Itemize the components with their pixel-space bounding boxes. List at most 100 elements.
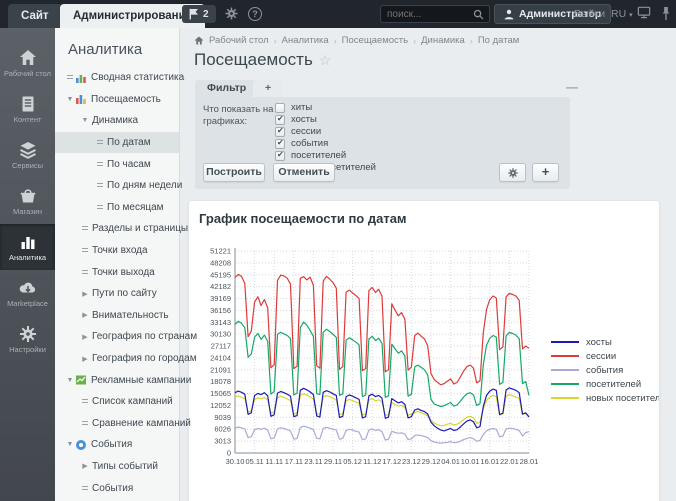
rail-item-analytics[interactable]: Аналитика <box>0 224 55 270</box>
main-nav-rail: Рабочий стол КонтентСервисыМагазинАналити… <box>0 28 55 501</box>
filter-option-хосты[interactable]: хосты <box>275 114 376 125</box>
search-input[interactable] <box>381 9 473 20</box>
pin-icon[interactable] <box>660 6 676 22</box>
svg-text:51221: 51221 <box>210 247 231 256</box>
item-bullet-icon <box>80 269 90 276</box>
search-icon[interactable] <box>473 9 484 20</box>
breadcrumb-item[interactable]: Посещаемость <box>342 35 408 46</box>
notifications-button[interactable]: 2 <box>182 5 216 23</box>
sidebar-item-сравнение-кампаний[interactable]: Сравнение кампаний <box>55 413 179 435</box>
help-icon[interactable]: ? <box>248 7 264 23</box>
sidebar-item-посещаемость[interactable]: ▼ Посещаемость <box>55 89 179 111</box>
rail-item-services[interactable]: Сервисы <box>0 132 55 178</box>
series-line-сессии <box>235 274 529 384</box>
chevron-down-icon[interactable]: ▼ <box>65 377 75 384</box>
chevron-right-icon[interactable]: ▶ <box>80 333 90 341</box>
svg-text:30130: 30130 <box>210 330 231 339</box>
filter-settings-button[interactable] <box>499 163 526 182</box>
sidebar-item-типы-событий[interactable]: ▶Типы событий <box>55 456 179 478</box>
sidebar-item-география-по-странам[interactable]: ▶География по странам <box>55 326 179 348</box>
filter-option-хиты[interactable]: хиты <box>275 102 376 113</box>
rail-item-desktop[interactable]: Рабочий стол <box>0 40 55 86</box>
checkbox[interactable] <box>275 139 285 149</box>
chevron-down-icon[interactable]: ▼ <box>65 96 75 103</box>
sidebar-item-рекламные-кампании[interactable]: ▼Рекламные кампании <box>55 369 179 391</box>
chevron-right-icon[interactable]: ▶ <box>80 462 90 470</box>
checkbox[interactable] <box>275 151 285 161</box>
filter-panel: Что показать на графиках: хитыхостысесси… <box>195 97 570 189</box>
sidebar-item-label: Точки входа <box>92 245 148 256</box>
sidebar-item-динамика[interactable]: ▼Динамика <box>55 110 179 132</box>
tab-site[interactable]: Сайт <box>8 4 62 28</box>
sidebar-item-события[interactable]: События <box>55 477 179 499</box>
rail-item-settings[interactable]: Настройки <box>0 316 55 362</box>
breadcrumb-item[interactable]: Рабочий стол <box>209 35 269 46</box>
sidebar-item-разделы-и-страницы[interactable]: Разделы и страницы <box>55 218 179 240</box>
svg-text:17.11: 17.11 <box>285 457 303 466</box>
desktop-mode-icon[interactable] <box>637 6 653 22</box>
sidebar-item-по-месяцам[interactable]: По месяцам <box>55 197 179 219</box>
favorite-star-icon[interactable]: ☆ <box>319 52 332 68</box>
sidebar-item-точки-входа[interactable]: Точки входа <box>55 240 179 262</box>
chevron-right-icon[interactable]: ▶ <box>80 290 90 298</box>
filter-minimize-button[interactable]: — <box>566 80 578 94</box>
filter-option-посетителей[interactable]: посетителей <box>275 150 376 161</box>
home-icon[interactable] <box>194 36 204 45</box>
chart-legend: хостысессиисобытияпосетителейновых посет… <box>551 335 660 405</box>
sidebar-item-label: Посещаемость <box>91 94 161 105</box>
chevron-down-icon[interactable]: ▼ <box>80 117 90 124</box>
sidebar-item-список-кампаний[interactable]: Список кампаний <box>55 391 179 413</box>
legend-label: сессии <box>586 351 616 362</box>
language-selector[interactable]: RU ▾ <box>611 8 633 20</box>
svg-text:04.01: 04.01 <box>441 457 460 466</box>
sidebar-item-по-дням-недели[interactable]: По дням недели <box>55 175 179 197</box>
breadcrumb-item[interactable]: По датам <box>478 35 519 46</box>
add-filter-tab[interactable]: + <box>253 80 283 97</box>
chevron-right-icon[interactable]: ▶ <box>80 355 90 363</box>
sidebar-item-по-датам[interactable]: По датам <box>55 132 179 154</box>
sidebar-item-внимательность[interactable]: ▶Внимательность <box>55 305 179 327</box>
legend-label: новых посетителей <box>586 393 660 404</box>
sidebar-item-label: По месяцам <box>107 202 164 213</box>
logout-link[interactable]: Выйти <box>574 8 605 20</box>
content-area: Рабочий стол›Аналитика›Посещаемость›Дина… <box>180 28 676 501</box>
rail-item-store[interactable]: Магазин <box>0 178 55 224</box>
build-button[interactable]: Построить <box>203 163 265 182</box>
topbar-gear-icon[interactable] <box>224 6 240 22</box>
rail-item-marketplace[interactable]: Marketplace <box>0 270 55 316</box>
sidebar-item-география-по-городам[interactable]: ▶География по городам <box>55 348 179 370</box>
sidebar-item-label: Сводная статистика <box>91 72 184 83</box>
rail-item-label: Рабочий стол <box>4 70 51 78</box>
filter-option-сессии[interactable]: сессии <box>275 126 376 137</box>
svg-text:6026: 6026 <box>214 425 231 434</box>
cancel-button[interactable]: Отменить <box>273 163 335 182</box>
chevron-down-icon[interactable]: ▼ <box>65 441 75 448</box>
filter-option-события[interactable]: события <box>275 138 376 149</box>
sidebar-item-label: По датам <box>107 137 151 148</box>
filter-add-button[interactable]: + <box>532 163 559 182</box>
sidebar-item-по-часам[interactable]: По часам <box>55 153 179 175</box>
checkbox[interactable] <box>275 103 285 113</box>
breadcrumb-item[interactable]: Аналитика <box>282 35 329 46</box>
legend-label: посетителей <box>586 379 641 390</box>
chevron-right-icon[interactable]: ▶ <box>80 311 90 319</box>
sidebar-item-пути-по-сайту[interactable]: ▶Пути по сайту <box>55 283 179 305</box>
content-icon <box>18 94 38 114</box>
sidebar-item-события[interactable]: ▼События <box>55 434 179 456</box>
sidebar-item-точки-выхода[interactable]: Точки выхода <box>55 261 179 283</box>
checkbox[interactable] <box>275 115 285 125</box>
svg-text:23.12: 23.12 <box>402 457 421 466</box>
checkbox[interactable] <box>275 127 285 137</box>
legend-item-события: события <box>551 363 660 377</box>
sidebar-item-сводная-статистика[interactable]: Сводная статистика <box>55 67 179 89</box>
series-line-хосты <box>235 388 529 431</box>
sidebar-item-label: Внимательность <box>92 310 169 321</box>
svg-text:29.11: 29.11 <box>324 457 342 466</box>
item-bullet-icon <box>80 398 90 405</box>
item-bullet-icon <box>80 247 90 254</box>
svg-text:11.12: 11.12 <box>363 457 381 466</box>
item-bullet-icon <box>80 225 90 232</box>
breadcrumb-item[interactable]: Динамика <box>421 35 465 46</box>
rail-item-content[interactable]: Контент <box>0 86 55 132</box>
filter-tab[interactable]: Фильтр <box>195 80 258 97</box>
